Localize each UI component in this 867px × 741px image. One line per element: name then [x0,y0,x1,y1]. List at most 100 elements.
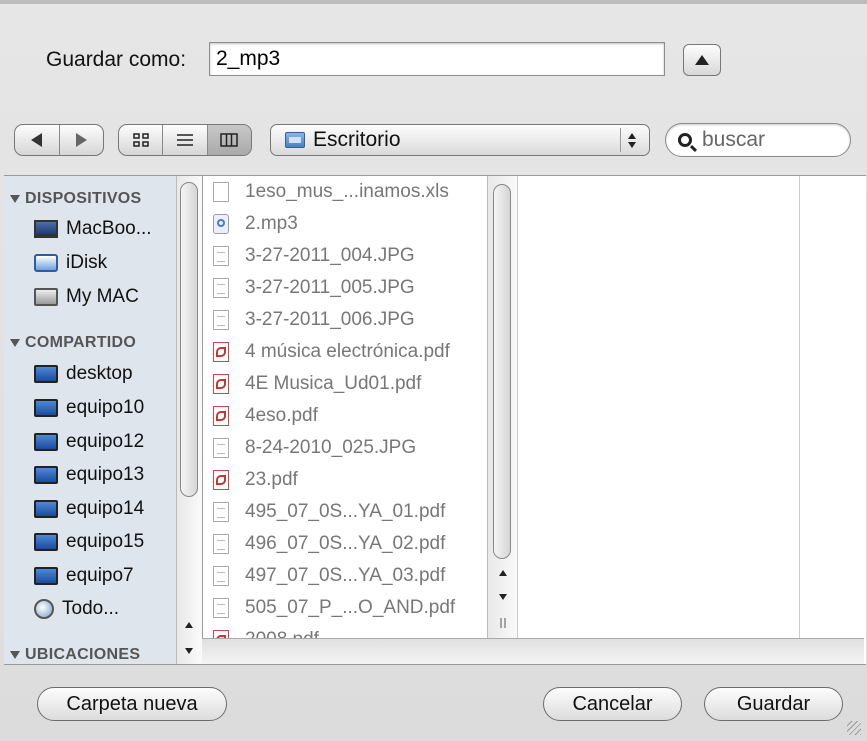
column-view-button[interactable] [207,125,251,155]
icon-view-button[interactable] [119,125,164,155]
disclosure-triangle-icon [10,651,20,659]
image-file-icon [213,246,229,266]
back-button[interactable] [15,125,60,155]
list-item[interactable]: 23.pdf [213,466,298,494]
list-item[interactable]: 495_07_0S...YA_01.pdf [213,498,445,526]
sidebar-item-macbook[interactable]: MacBoo... [34,218,152,240]
forward-button[interactable] [60,125,104,155]
sidebar-item-equipo13[interactable]: equipo13 [34,464,144,486]
sidebar-item-equipo7[interactable]: equipo7 [34,565,134,587]
document-file-icon [213,566,229,586]
image-file-icon [213,438,229,458]
image-file-icon [213,310,229,330]
sidebar-item-todo[interactable]: Todo... [34,598,119,620]
monitor-icon [34,466,58,484]
cancel-button[interactable]: Cancelar [543,687,682,721]
list-view-button[interactable] [163,125,208,155]
idisk-icon [34,254,58,272]
sidebar-section-shared[interactable]: COMPARTIDO [10,334,136,352]
empty-column-2 [799,176,864,638]
monitor-icon [34,399,58,417]
pdf-file-icon [213,470,229,490]
globe-icon [34,599,54,619]
list-icon [176,134,193,146]
sidebar-item-equipo12[interactable]: equipo12 [34,431,144,453]
arrow-up-icon [185,622,193,628]
list-item[interactable]: 4 música electrónica.pdf [213,338,450,366]
arrow-down-icon [185,648,193,654]
monitor-icon [34,500,58,518]
pdf-file-icon [213,374,229,394]
view-mode-control [118,124,252,156]
file-column-scrollbar[interactable] [487,176,517,638]
columns-icon [220,133,239,147]
mac-icon [34,288,58,306]
list-item[interactable]: 1eso_mus_...inamos.xls [213,178,449,206]
resize-handle-icon [500,618,506,628]
arrow-right-icon [75,133,87,147]
list-item[interactable]: 4E Musica_Ud01.pdf [213,370,421,398]
grid-icon [132,133,149,147]
search-icon [678,133,692,147]
file-scroll-down-button[interactable] [491,588,515,606]
sidebar-item-my-mac[interactable]: My MAC [34,286,139,308]
folder-icon [285,132,305,148]
back-forward-control [14,124,104,156]
popup-arrows-icon [620,128,643,152]
list-item[interactable]: 496_07_0S...YA_02.pdf [213,530,445,558]
arrow-down-icon [499,594,507,600]
sidebar-item-equipo14[interactable]: equipo14 [34,498,144,520]
list-item[interactable]: 3-27-2011_005.JPG [213,274,415,302]
sidebar-section-devices[interactable]: DISPOSITIVOS [10,190,142,208]
laptop-icon [34,220,58,238]
list-item[interactable]: 497_07_0S...YA_03.pdf [213,562,445,590]
monitor-icon [34,365,58,383]
pdf-file-icon [213,630,229,638]
list-item[interactable]: 3-27-2011_006.JPG [213,306,415,334]
sidebar-section-places[interactable]: UBICACIONES [10,646,140,664]
pdf-file-icon [213,406,229,426]
arrow-left-icon [31,133,43,147]
save-button[interactable]: Guardar [704,687,843,721]
document-file-icon [213,502,229,522]
document-file-icon [213,534,229,554]
list-item[interactable]: 2008.pdf [213,626,319,638]
sidebar-scrollbar[interactable] [176,176,202,664]
list-item[interactable]: 4eso.pdf [213,402,318,430]
horizontal-scrollbar[interactable] [202,638,864,664]
triangle-up-icon [695,55,709,65]
sidebar-item-equipo15[interactable]: equipo15 [34,531,144,553]
column-resize-handle[interactable] [491,614,515,632]
list-item[interactable]: 8-24-2010_025.JPG [213,434,416,462]
monitor-icon [34,567,58,585]
list-item[interactable]: 2.mp3 [213,210,298,238]
disclosure-triangle-icon [10,339,20,347]
new-folder-button[interactable]: Carpeta nueva [37,687,227,721]
disclosure-triangle-icon [10,195,20,203]
location-label: Escritorio [313,128,401,151]
file-scroll-up-button[interactable] [491,564,515,582]
file-browser: DISPOSITIVOS MacBoo... iDisk My MAC COMP… [4,175,866,665]
location-popup[interactable]: Escritorio [270,124,650,156]
empty-column [517,176,799,638]
search-input[interactable] [700,127,834,153]
sidebar: DISPOSITIVOS MacBoo... iDisk My MAC COMP… [4,176,176,664]
sidebar-scroll-down-button[interactable] [177,642,201,660]
window-resize-grip[interactable] [847,721,861,735]
save-dialog: Guardar como: Escritorio DISPOSITIVOS [0,0,867,741]
audio-file-icon [213,214,229,234]
document-file-icon [213,598,229,618]
sidebar-scroll-thumb[interactable] [180,182,198,497]
save-as-label: Guardar como: [46,48,187,71]
sidebar-scroll-up-button[interactable] [177,616,201,634]
list-item[interactable]: 3-27-2011_004.JPG [213,242,415,270]
sidebar-item-idisk[interactable]: iDisk [34,252,107,274]
pdf-file-icon [213,342,229,362]
filename-input[interactable] [209,42,665,76]
file-column-scroll-thumb[interactable] [493,184,511,559]
search-field[interactable] [665,123,851,157]
list-item[interactable]: 505_07_P_...O_AND.pdf [213,594,455,622]
collapse-dialog-button[interactable] [683,44,721,76]
sidebar-item-equipo10[interactable]: equipo10 [34,397,144,419]
sidebar-item-desktop[interactable]: desktop [34,363,133,385]
